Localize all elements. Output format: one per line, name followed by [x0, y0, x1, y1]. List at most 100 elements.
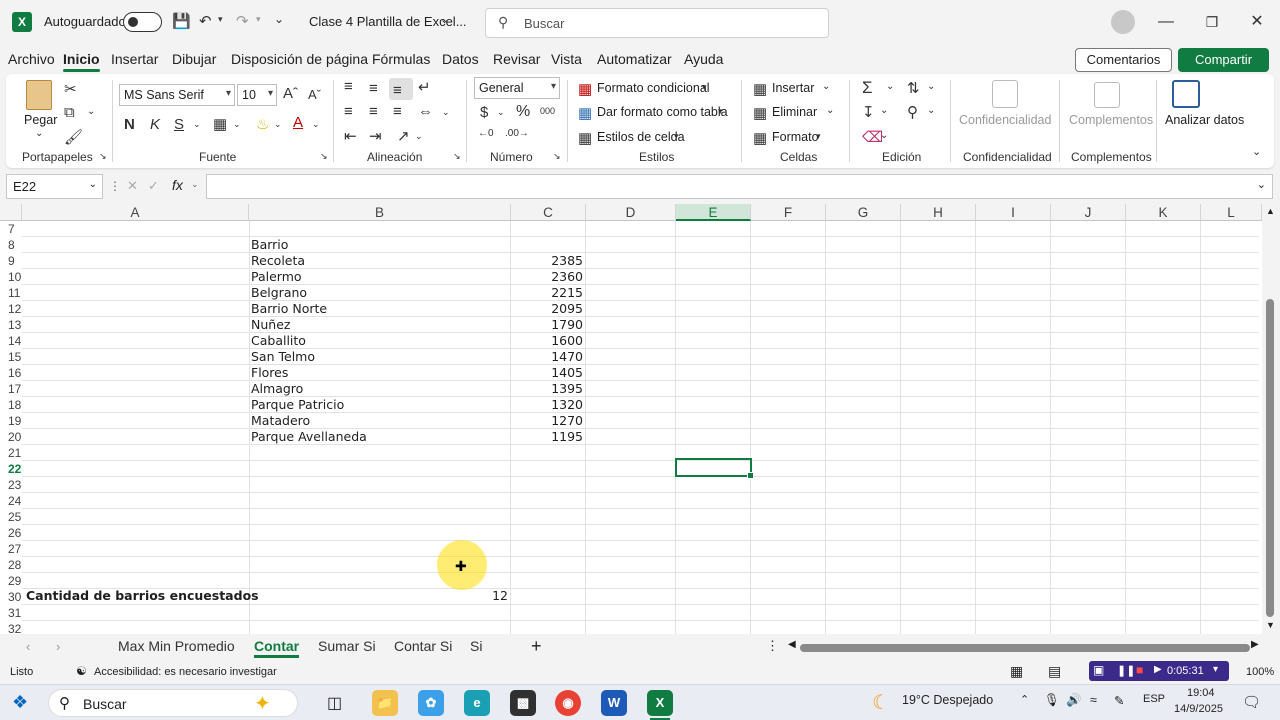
paste-dropdown-icon[interactable]: ⌄	[35, 128, 43, 139]
row-header[interactable]: 9	[0, 253, 22, 269]
cell-barrio-name[interactable]: Parque Avellaneda	[251, 429, 367, 445]
row-header[interactable]: 22	[0, 461, 22, 477]
row-header[interactable]: 17	[0, 381, 22, 397]
cell-barrio-name[interactable]: Matadero	[251, 413, 310, 429]
addins-button[interactable]: Complementos	[1069, 113, 1153, 127]
font-color-dropdown-icon[interactable]: ⌄	[312, 119, 320, 130]
column-header-h[interactable]: H	[901, 204, 976, 221]
horizontal-scroll-thumb[interactable]	[800, 644, 1250, 652]
cell-barrio-value[interactable]: 1790	[511, 317, 583, 333]
row-header[interactable]: 19	[0, 413, 22, 429]
row-header[interactable]: 31	[0, 605, 22, 621]
format-painter-icon[interactable]: 🖌	[64, 128, 83, 146]
pen-icon[interactable]: ✎	[1114, 693, 1124, 708]
underline-dropdown-icon[interactable]: ⌄	[193, 119, 201, 130]
decrease-font-icon[interactable]: Aˇ	[308, 87, 321, 102]
sensitivity-icon[interactable]	[992, 80, 1018, 108]
chevron-down-icon[interactable]: ▾	[718, 106, 723, 117]
row-header[interactable]: 13	[0, 317, 22, 333]
cell-styles-button[interactable]: Estilos de celda	[597, 130, 685, 144]
row-header[interactable]: 8	[0, 237, 22, 253]
column-header-l[interactable]: L	[1201, 204, 1262, 221]
row-header[interactable]: 28	[0, 557, 22, 573]
avatar-icon[interactable]	[1111, 10, 1135, 34]
accessibility-status[interactable]: Accesibilidad: es necesario investigar	[94, 666, 277, 678]
column-header-j[interactable]: J	[1051, 204, 1126, 221]
column-header-e[interactable]: E	[676, 204, 751, 221]
tab-archivo[interactable]: Archivo	[8, 51, 55, 67]
cell-a30-count-label[interactable]: Cantidad de barrios encuestados	[26, 588, 259, 604]
scroll-right-icon[interactable]: ▶	[1251, 639, 1259, 650]
insert-button[interactable]: Insertar	[772, 81, 814, 95]
word-icon[interactable]: W	[601, 690, 627, 716]
merge-center-icon[interactable]: ⇔	[418, 103, 433, 120]
cell-barrio-value[interactable]: 1600	[511, 333, 583, 349]
sheet-tab-contar-si[interactable]: Contar Si	[394, 638, 452, 654]
cell-barrio-name[interactable]: Parque Patricio	[251, 397, 344, 413]
row-header[interactable]: 27	[0, 541, 22, 557]
find-select-icon[interactable]: ⚲	[907, 103, 918, 121]
scroll-up-icon[interactable]: ▲	[1266, 206, 1275, 216]
autosum-icon[interactable]: Σ	[862, 78, 873, 98]
italic-icon[interactable]: K	[150, 116, 160, 133]
insert-function-icon[interactable]: fx	[172, 177, 183, 193]
minimize-icon[interactable]: —	[1151, 10, 1181, 34]
weather-text[interactable]: 19°C Despejado	[902, 693, 993, 707]
cell-barrio-name[interactable]: Almagro	[251, 381, 303, 397]
alignment-launcher-icon[interactable]: ↘	[453, 151, 461, 162]
tab-ayuda[interactable]: Ayuda	[684, 51, 723, 67]
cell-barrio-name[interactable]: Caballito	[251, 333, 306, 349]
select-all-corner[interactable]	[0, 204, 22, 221]
column-header-c[interactable]: C	[511, 204, 586, 221]
redo-icon[interactable]: ↷	[236, 12, 249, 30]
cell-barrio-value[interactable]: 1270	[511, 413, 583, 429]
row-header[interactable]: 29	[0, 573, 22, 589]
redo-dropdown-icon[interactable]: ▾	[256, 14, 261, 25]
currency-dropdown-icon[interactable]: ⌄	[497, 107, 505, 118]
cut-icon[interactable]: ✂	[64, 80, 77, 98]
addins-icon[interactable]	[1094, 82, 1120, 108]
camera-icon[interactable]: ▣	[1093, 663, 1104, 677]
clock-time[interactable]: 19:04	[1187, 687, 1215, 699]
row-header[interactable]: 20	[0, 429, 22, 445]
decrease-decimal-icon[interactable]: .00→	[505, 128, 529, 139]
align-center-icon[interactable]: ≡	[369, 103, 378, 120]
autosave-toggle[interactable]	[123, 12, 162, 32]
decrease-indent-icon[interactable]: ⇤	[344, 127, 357, 145]
stop-icon[interactable]: ■	[1136, 663, 1143, 677]
cell-barrio-name[interactable]: Nuñez	[251, 317, 290, 333]
chrome-icon[interactable]: ◉	[555, 690, 581, 716]
analyze-data-button[interactable]: Analizar datos	[1165, 113, 1244, 127]
cell-barrio-value[interactable]: 1470	[511, 349, 583, 365]
clipboard-launcher-icon[interactable]: ↘	[99, 151, 107, 162]
thousands-icon[interactable]: 000	[540, 106, 555, 116]
chevron-down-icon[interactable]: ▾	[816, 131, 821, 142]
comments-button[interactable]: Comentarios	[1075, 48, 1172, 72]
sheet-tab-si[interactable]: Si	[470, 638, 482, 654]
bold-icon[interactable]: N	[124, 116, 135, 133]
delete-button[interactable]: Eliminar	[772, 105, 817, 119]
percent-icon[interactable]: %	[516, 103, 530, 121]
column-header-g[interactable]: G	[826, 204, 901, 221]
fill-dropdown-icon[interactable]: ⌄	[274, 119, 282, 130]
confidentiality-button[interactable]: Confidencialidad	[959, 113, 1051, 127]
notifications-icon[interactable]: 🗨	[1242, 693, 1261, 711]
row-header[interactable]: 18	[0, 397, 22, 413]
row-header[interactable]: 7	[0, 221, 22, 237]
row-header[interactable]: 15	[0, 349, 22, 365]
row-header[interactable]: 10	[0, 269, 22, 285]
tab-formulas[interactable]: Fórmulas	[372, 51, 430, 67]
font-name-select[interactable]: MS Sans Serif ▾	[119, 84, 235, 106]
tab-inicio[interactable]: Inicio	[63, 51, 100, 72]
fill-color-icon[interactable]: ♨	[256, 115, 269, 133]
orientation-dropdown-icon[interactable]: ⌄	[415, 131, 423, 142]
undo-icon[interactable]: ↶	[199, 12, 212, 30]
row-header[interactable]: 26	[0, 525, 22, 541]
task-view-icon[interactable]: ◫	[327, 693, 342, 713]
sort-filter-icon[interactable]: ⇅	[907, 79, 920, 97]
underline-icon[interactable]: S	[174, 116, 184, 133]
row-header[interactable]: 23	[0, 477, 22, 493]
column-header-f[interactable]: F	[751, 204, 826, 221]
sheet-tab-max-min-promedio[interactable]: Max Min Promedio	[118, 638, 235, 654]
cell-barrio-name[interactable]: San Telmo	[251, 349, 315, 365]
